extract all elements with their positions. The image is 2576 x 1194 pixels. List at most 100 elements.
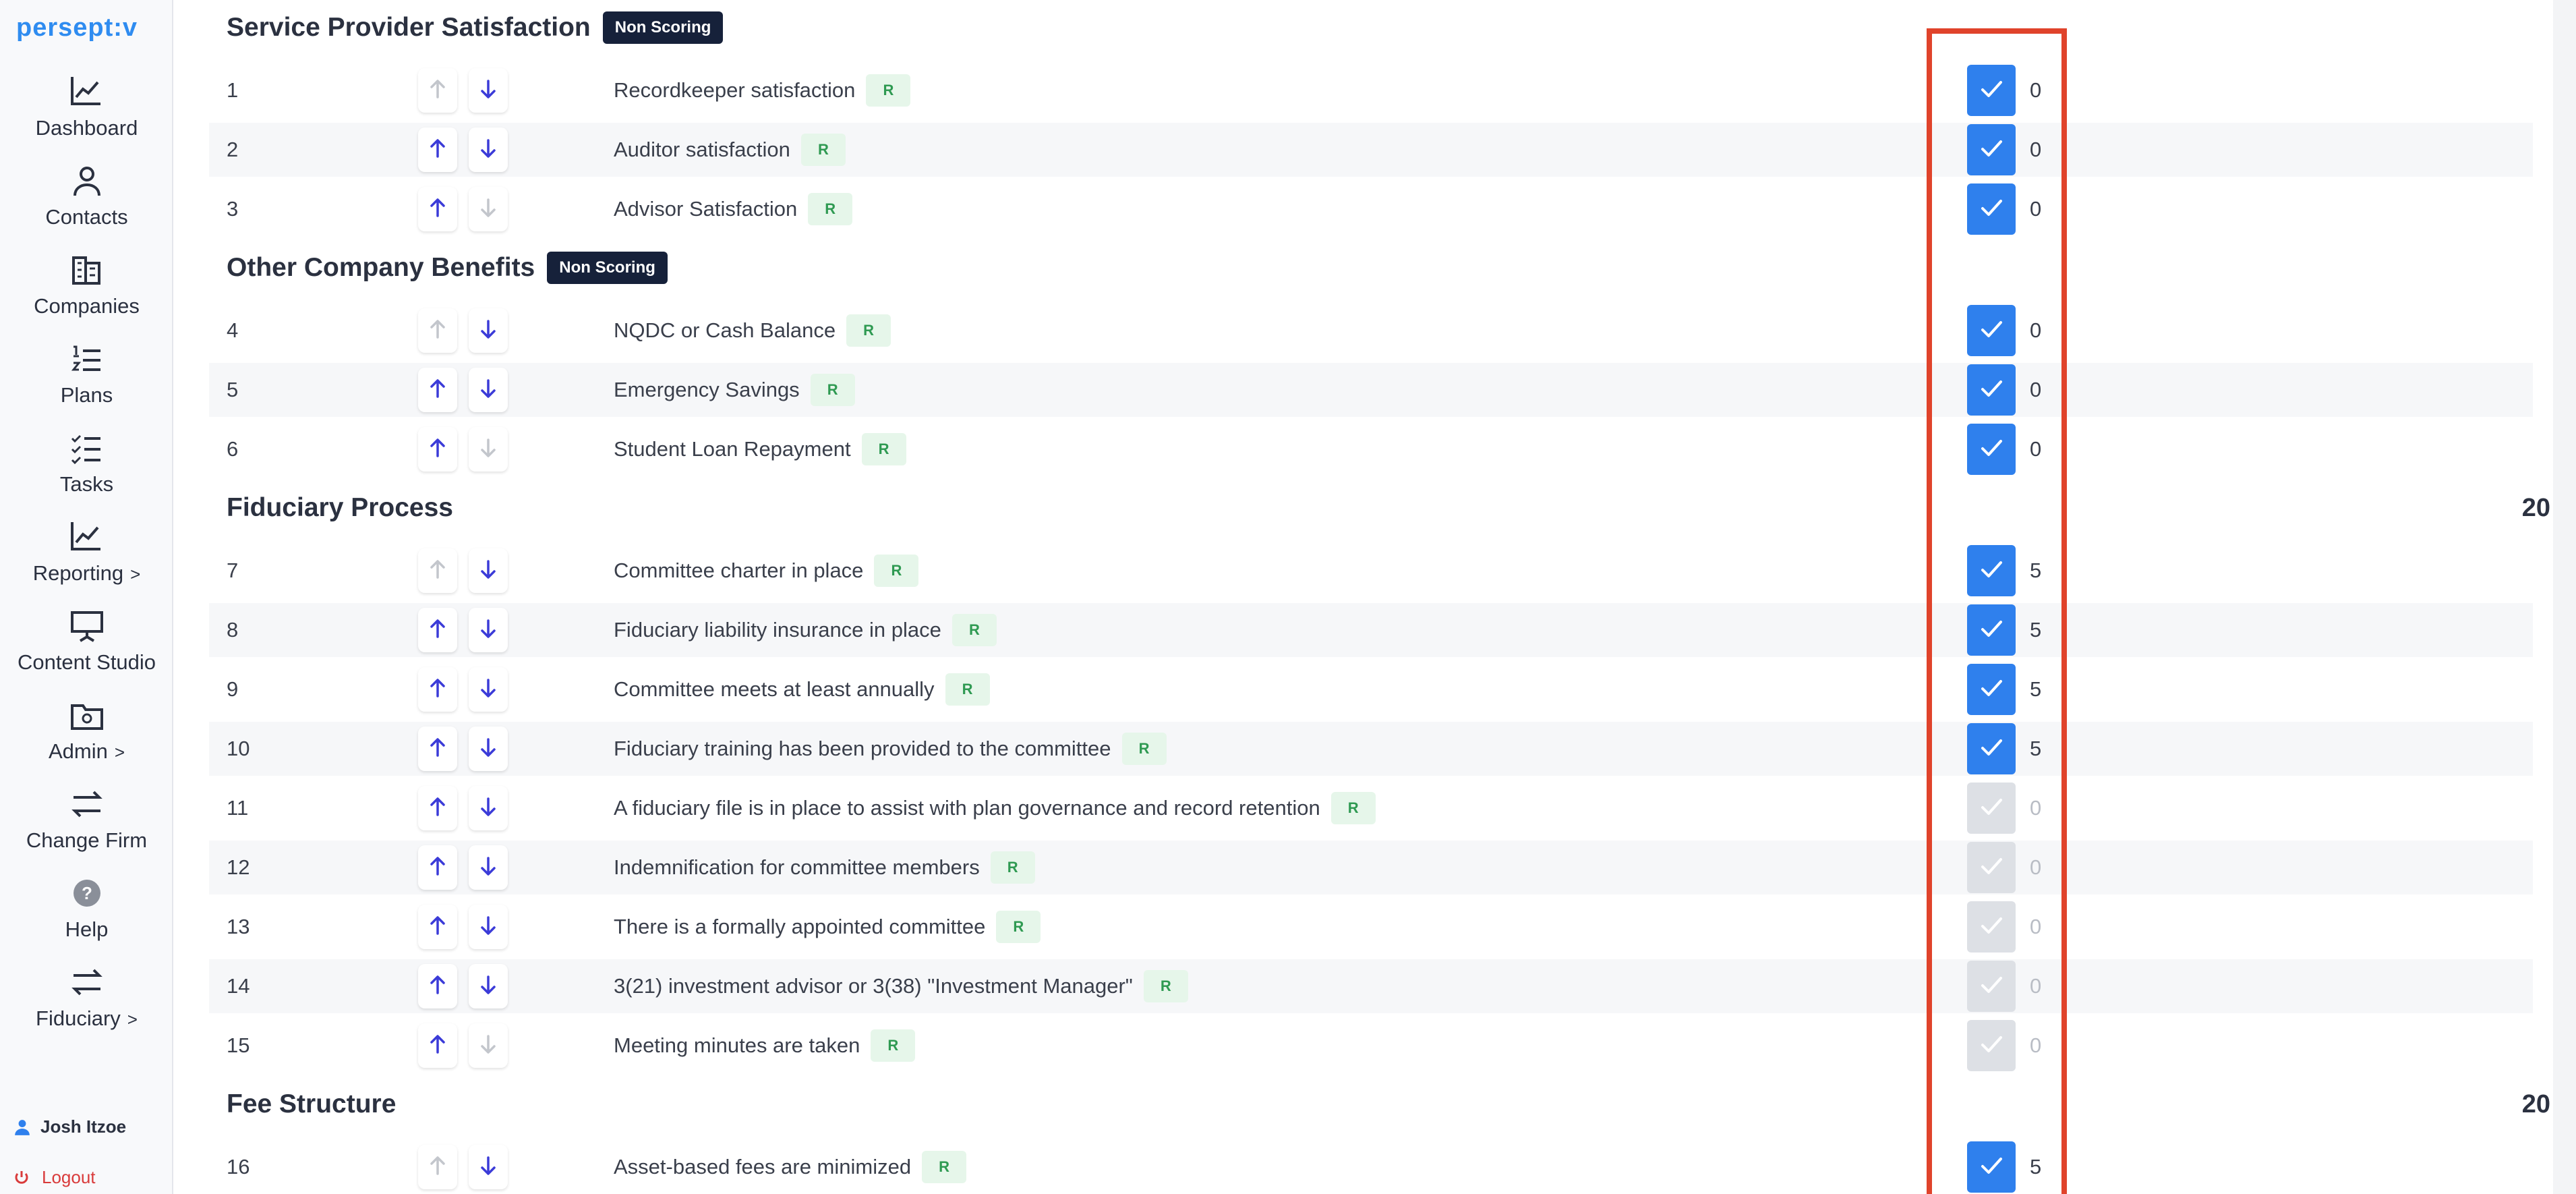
table-row: 3 Advisor Satisfaction R 0 — [209, 182, 2533, 236]
checkbox-column-highlight — [1927, 28, 2067, 1194]
table-row: 10 Fiduciary training has been provided … — [209, 722, 2533, 776]
sidebar-item-content-studio[interactable]: Content Studio — [0, 607, 173, 695]
logout-button[interactable]: Logout — [13, 1167, 96, 1188]
move-down-button — [469, 187, 508, 231]
sidebar-item-change-firm[interactable]: Change Firm — [0, 785, 173, 873]
sidebar-item-companies[interactable]: Companies — [0, 251, 173, 339]
arrow-down-icon — [477, 1154, 500, 1181]
required-badge: R — [1330, 792, 1376, 824]
table-row: 11 A fiduciary file is in place to assis… — [209, 781, 2533, 835]
move-down-button[interactable] — [469, 905, 508, 949]
section-title: Fiduciary Process — [227, 493, 453, 522]
sidebar-item-contacts[interactable]: Contacts — [0, 162, 173, 250]
required-badge: R — [866, 74, 911, 107]
section-total: 20 — [2521, 1089, 2550, 1118]
move-up-button — [418, 68, 457, 113]
sidebar-item-help[interactable]: ? Help — [0, 874, 173, 962]
row-number: 15 — [227, 1033, 250, 1057]
arrow-up-icon — [426, 558, 449, 584]
logo[interactable]: persept:v — [16, 13, 138, 42]
chart-line-icon — [70, 77, 100, 105]
sidebar-item-label: Companies — [34, 294, 140, 318]
move-up-button[interactable] — [418, 427, 457, 472]
chevron-right-icon: > — [130, 564, 141, 584]
move-down-button[interactable] — [469, 308, 508, 353]
table-row: 2 Auditor satisfaction R 0 — [209, 123, 2533, 177]
move-down-button[interactable] — [469, 68, 508, 113]
move-down-button[interactable] — [469, 127, 508, 172]
sidebar-item-fiduciary[interactable]: Fiduciary > — [0, 963, 173, 1051]
section-title: Fee Structure — [227, 1089, 397, 1118]
row-number: 14 — [227, 974, 250, 998]
section-header: Fee Structure 20 — [227, 1081, 2550, 1128]
sidebar-item-reporting[interactable]: Reporting > — [0, 518, 173, 606]
move-down-button[interactable] — [469, 1145, 508, 1189]
sidebar-item-plans[interactable]: Plans — [0, 340, 173, 428]
move-up-button[interactable] — [418, 786, 457, 830]
row-number: 1 — [227, 78, 239, 102]
move-down-button — [469, 427, 508, 472]
table-row: 7 Committee charter in place R 5 — [209, 544, 2533, 598]
move-up-button[interactable] — [418, 608, 457, 652]
move-down-button[interactable] — [469, 786, 508, 830]
sidebar-item-tasks[interactable]: Tasks — [0, 429, 173, 517]
help-icon: ? — [73, 880, 100, 907]
non-scoring-badge: Non Scoring — [547, 252, 668, 284]
row-number: 3 — [227, 197, 239, 221]
row-number: 10 — [227, 737, 250, 760]
move-down-button[interactable] — [469, 368, 508, 412]
move-down-button[interactable] — [469, 845, 508, 890]
section-header: Other Company Benefits Non Scoring — [227, 244, 2550, 291]
move-down-button[interactable] — [469, 727, 508, 771]
criterion-label: 3(21) investment advisor or 3(38) "Inves… — [614, 974, 1133, 998]
arrow-up-icon — [426, 436, 449, 463]
move-up-button[interactable] — [418, 667, 457, 712]
required-badge: R — [861, 433, 906, 465]
criterion-label: Committee meets at least annually — [614, 677, 935, 701]
scrollbar[interactable] — [2553, 0, 2576, 1194]
required-badge: R — [1121, 733, 1167, 765]
table-row: 4 NQDC or Cash Balance R 0 — [209, 304, 2533, 358]
criterion-label: There is a formally appointed committee — [614, 915, 986, 938]
row-number: 2 — [227, 138, 239, 161]
move-up-button[interactable] — [418, 845, 457, 890]
sidebar-item-label: Help — [65, 917, 109, 941]
move-down-button[interactable] — [469, 608, 508, 652]
move-up-button[interactable] — [418, 187, 457, 231]
logout-label: Logout — [42, 1167, 96, 1187]
arrow-up-icon — [426, 1154, 449, 1181]
svg-text:?: ? — [82, 883, 92, 903]
move-up-button[interactable] — [418, 1023, 457, 1068]
criterion-label: Emergency Savings — [614, 378, 800, 401]
row-number: 7 — [227, 559, 239, 582]
move-down-button[interactable] — [469, 548, 508, 593]
required-badge: R — [1143, 970, 1188, 1002]
arrow-down-icon — [477, 137, 500, 163]
criterion-label: Student Loan Repayment — [614, 437, 851, 461]
sidebar-item-label: Dashboard — [35, 116, 138, 140]
arrow-up-icon — [426, 914, 449, 940]
move-up-button — [418, 548, 457, 593]
sidebar-item-admin[interactable]: Admin > — [0, 696, 173, 784]
move-up-button[interactable] — [418, 727, 457, 771]
move-up-button[interactable] — [418, 368, 457, 412]
user-icon — [73, 167, 100, 196]
move-up-button[interactable] — [418, 905, 457, 949]
arrow-down-icon — [477, 677, 500, 703]
required-badge: R — [846, 314, 891, 347]
criterion-label: Indemnification for committee members — [614, 855, 980, 879]
required-badge: R — [874, 555, 919, 587]
section-header: Fiduciary Process 20 — [227, 484, 2550, 532]
arrow-down-icon — [477, 558, 500, 584]
task-list-icon — [71, 434, 100, 465]
arrow-up-icon — [426, 617, 449, 644]
user-profile[interactable]: Josh Itzoe — [13, 1116, 126, 1137]
chevron-right-icon: > — [114, 742, 125, 762]
move-down-button[interactable] — [469, 667, 508, 712]
move-up-button[interactable] — [418, 964, 457, 1008]
arrow-down-icon — [477, 795, 500, 822]
numbered-list-icon — [71, 345, 100, 371]
sidebar-item-dashboard[interactable]: Dashboard — [0, 73, 173, 161]
move-down-button[interactable] — [469, 964, 508, 1008]
move-up-button[interactable] — [418, 127, 457, 172]
